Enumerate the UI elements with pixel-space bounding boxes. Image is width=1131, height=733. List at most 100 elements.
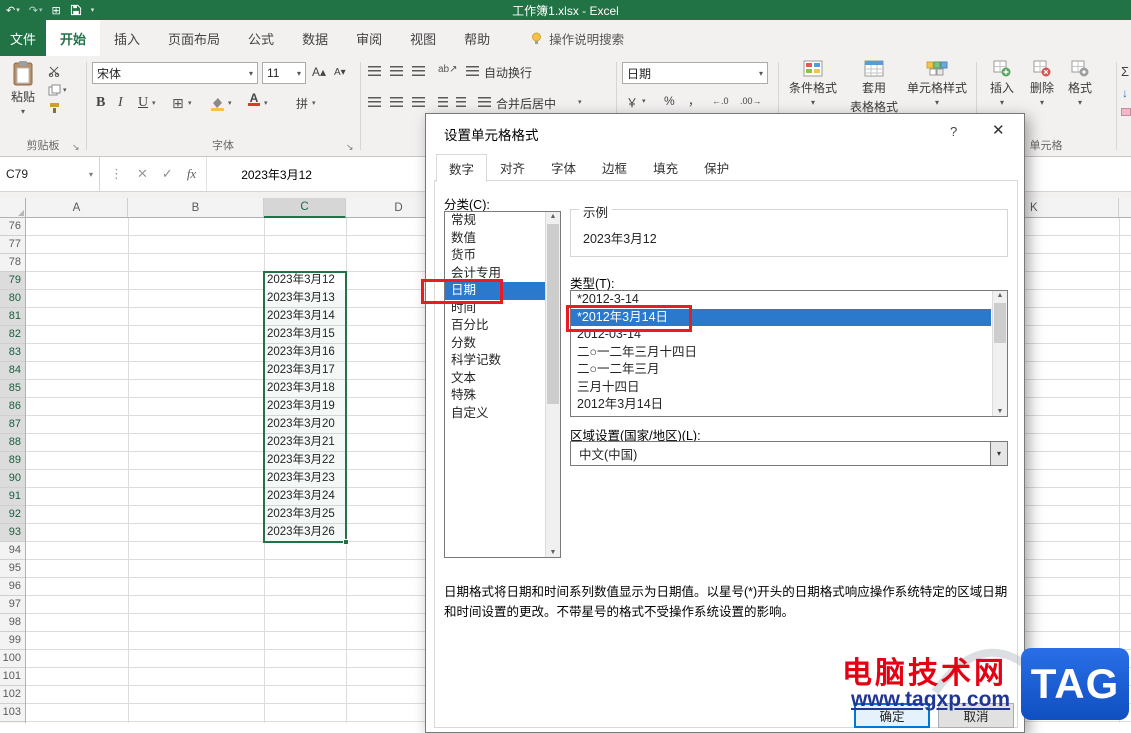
cancel-entry-button[interactable]: ✕ [137, 166, 148, 182]
row-header[interactable]: 97 [0, 596, 25, 614]
locale-combo[interactable]: 中文(中国) ▾ [570, 441, 1008, 466]
scrollbar-thumb[interactable] [994, 303, 1006, 343]
delete-cells-button[interactable]: 删除 ▾ [1024, 60, 1060, 107]
row-header[interactable]: 79 [0, 272, 25, 290]
accounting-dropdown[interactable]: ▾ [642, 97, 646, 105]
clear-icon[interactable] [1121, 108, 1131, 116]
tab-formulas[interactable]: 公式 [234, 20, 288, 56]
row-header[interactable]: 99 [0, 632, 25, 650]
align-center-icon[interactable] [390, 97, 403, 107]
align-top-icon[interactable] [368, 66, 381, 76]
cell[interactable]: 2023年3月18 [264, 380, 346, 398]
insert-function-button[interactable]: fx [187, 166, 196, 182]
insert-cells-button[interactable]: 插入 ▾ [984, 60, 1020, 107]
row-header[interactable]: 83 [0, 344, 25, 362]
dialog-tab-fill[interactable]: 填充 [640, 154, 691, 181]
borders-dropdown[interactable]: ▾ [188, 92, 192, 114]
orientation-icon[interactable]: ab↗ [438, 64, 458, 75]
column-header-b[interactable]: B [128, 198, 264, 217]
format-painter-button[interactable] [48, 102, 61, 114]
tab-file[interactable]: 文件 [0, 20, 46, 56]
type-item[interactable]: 二○一二年三月十四日 [571, 344, 991, 362]
scroll-down-icon[interactable]: ▼ [993, 408, 1007, 415]
tab-page-layout[interactable]: 页面布局 [154, 20, 234, 56]
percent-style-button[interactable]: % [664, 94, 675, 108]
row-header[interactable]: 101 [0, 668, 25, 686]
align-middle-icon[interactable] [390, 66, 403, 76]
borders-button[interactable]: ⊞ [172, 92, 184, 114]
increase-font-button[interactable]: A▴ [312, 65, 326, 79]
cell[interactable]: 2023年3月25 [264, 506, 346, 524]
row-header[interactable]: 88 [0, 434, 25, 452]
tell-me-search[interactable]: 操作说明搜索 [530, 20, 624, 56]
merge-center-button[interactable]: 合并后居中 [496, 95, 556, 112]
row-header[interactable]: 90 [0, 470, 25, 488]
category-item-selected[interactable]: 日期 [445, 282, 545, 300]
category-item[interactable]: 特殊 [445, 387, 545, 405]
cell[interactable]: 2023年3月21 [264, 434, 346, 452]
conditional-formatting-button[interactable]: 条件格式 ▾ [786, 60, 840, 107]
accounting-format-button[interactable]: ￥ [626, 94, 638, 111]
name-box[interactable]: C79 ▾ [0, 157, 100, 191]
type-scrollbar[interactable]: ▲ ▼ [992, 291, 1007, 416]
column-header-k[interactable]: K [1030, 202, 1038, 214]
cell[interactable]: 2023年3月23 [264, 470, 346, 488]
category-item[interactable]: 货币 [445, 247, 545, 265]
row-header[interactable]: 93 [0, 524, 25, 542]
decrease-indent-icon[interactable] [438, 97, 448, 107]
dialog-help-button[interactable]: ? [950, 124, 957, 139]
font-name-combo[interactable]: 宋体 ▾ [92, 62, 258, 84]
cell[interactable]: 2023年3月26 [264, 524, 346, 542]
cell[interactable]: 2023年3月13 [264, 290, 346, 308]
font-size-combo[interactable]: 11 ▾ [262, 62, 306, 84]
row-header[interactable]: 76 [0, 218, 25, 236]
font-color-dropdown[interactable]: ▾ [264, 92, 268, 114]
italic-button[interactable]: I [118, 92, 123, 114]
scroll-down-icon[interactable]: ▼ [546, 549, 560, 556]
cell[interactable]: 2023年3月15 [264, 326, 346, 344]
dialog-tab-alignment[interactable]: 对齐 [487, 154, 538, 181]
wrap-text-button[interactable]: 自动换行 [484, 64, 532, 81]
cell[interactable]: 2023年3月16 [264, 344, 346, 362]
category-item[interactable]: 时间 [445, 300, 545, 318]
type-item-selected[interactable]: *2012年3月14日 [571, 308, 991, 326]
row-header[interactable]: 81 [0, 308, 25, 326]
row-header[interactable]: 84 [0, 362, 25, 380]
row-header[interactable]: 86 [0, 398, 25, 416]
row-header[interactable]: 96 [0, 578, 25, 596]
confirm-entry-button[interactable]: ✓ [162, 166, 173, 182]
copy-button[interactable]: ▾ [48, 84, 67, 96]
category-item[interactable]: 科学记数 [445, 352, 545, 370]
row-header[interactable]: 85 [0, 380, 25, 398]
column-header-c[interactable]: C [264, 198, 346, 218]
select-all-corner[interactable]: ◢ [0, 198, 26, 217]
cell[interactable]: 2023年3月24 [264, 488, 346, 506]
formula-input[interactable]: 2023年3月12 [207, 166, 312, 183]
dialog-tab-border[interactable]: 边框 [589, 154, 640, 181]
increase-decimal-button[interactable]: ←.0 [712, 96, 729, 106]
drag-handle-icon[interactable]: ⋮ [110, 166, 123, 182]
align-bottom-icon[interactable] [412, 66, 425, 76]
type-item[interactable]: *2012-3-14 [571, 291, 991, 309]
row-header[interactable]: 89 [0, 452, 25, 470]
category-item[interactable]: 会计专用 [445, 265, 545, 283]
underline-dropdown[interactable]: ▾ [152, 92, 156, 114]
cell[interactable]: 2023年3月12 [264, 272, 346, 290]
type-item[interactable]: 2012-03-14 [571, 326, 991, 344]
cut-button[interactable] [48, 66, 60, 77]
bold-button[interactable]: B [96, 92, 105, 114]
redo-button[interactable]: ↷ ▾ [29, 4, 43, 17]
dialog-tab-protection[interactable]: 保护 [691, 154, 742, 181]
fill-handle[interactable] [343, 539, 349, 545]
row-header[interactable]: 92 [0, 506, 25, 524]
row-header[interactable]: 82 [0, 326, 25, 344]
row-header[interactable]: 98 [0, 614, 25, 632]
undo-button[interactable]: ↶ ▾ [6, 4, 20, 17]
category-item[interactable]: 百分比 [445, 317, 545, 335]
type-item[interactable]: 二○一二年三月 [571, 361, 991, 379]
cell[interactable]: 2023年3月17 [264, 362, 346, 380]
tab-data[interactable]: 数据 [288, 20, 342, 56]
row-header[interactable]: 94 [0, 542, 25, 560]
autosum-icon[interactable]: Σ [1121, 64, 1129, 79]
format-as-table-button[interactable]: 套用 表格格式 [846, 60, 902, 115]
